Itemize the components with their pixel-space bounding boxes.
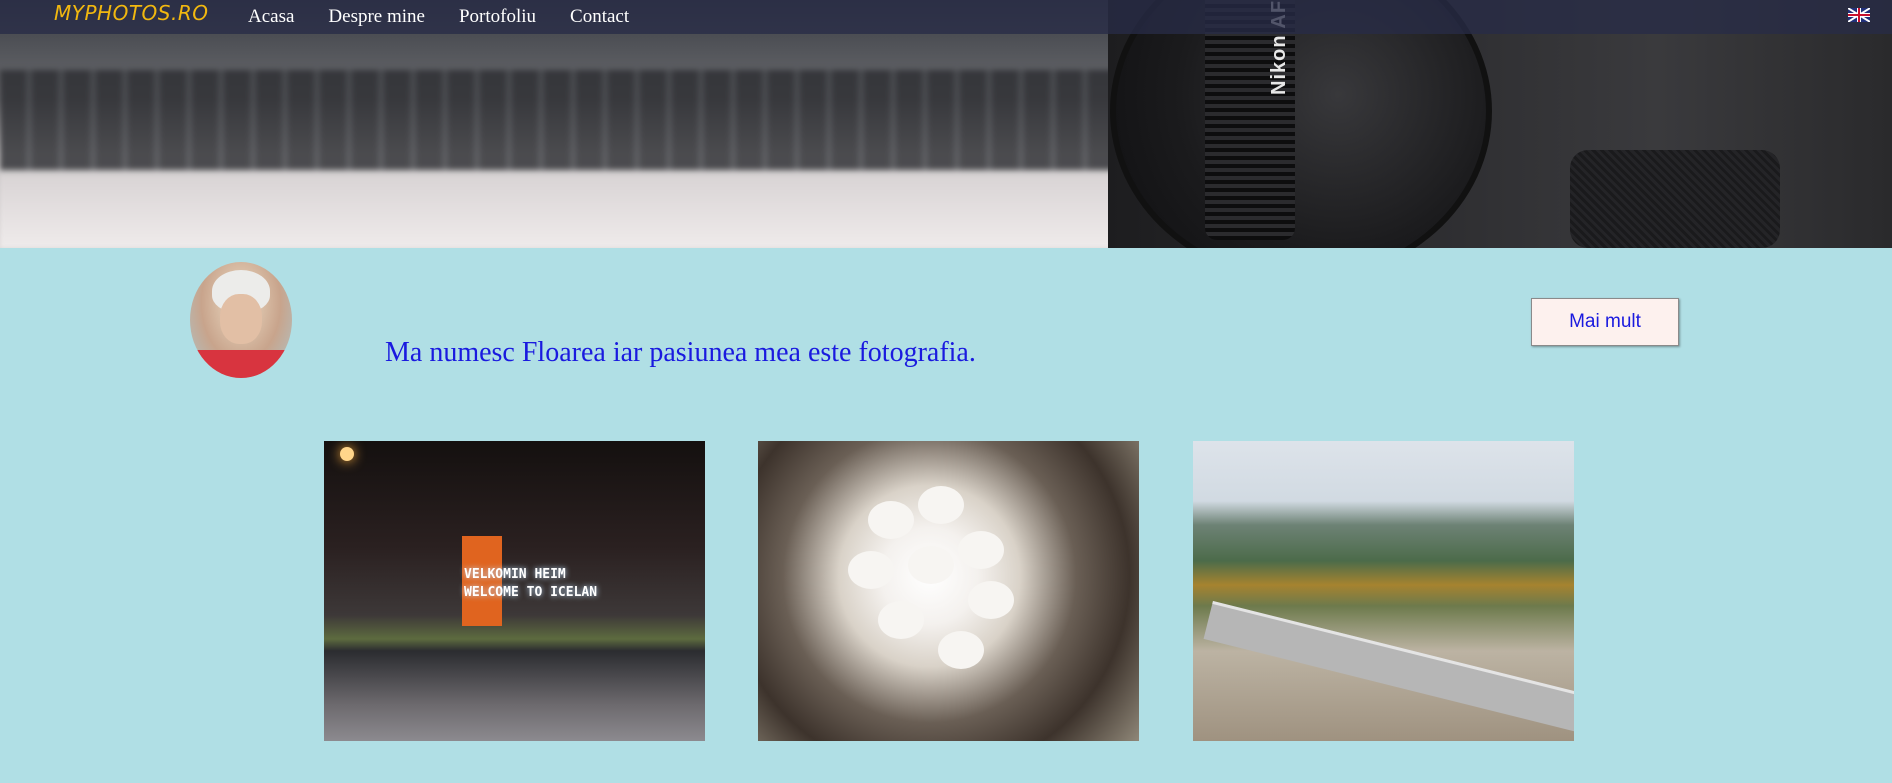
hero-banner: Nikon AF NIKKOR xyxy=(0,0,1892,248)
flower-petal xyxy=(908,546,954,584)
sign-line-1: VELKOMIN HEIM xyxy=(464,567,566,582)
intro-text: Ma numesc Floarea iar pasiunea mea este … xyxy=(385,337,976,368)
gallery-photo-iceland[interactable]: VELKOMIN HEIM WELCOME TO ICELAN xyxy=(324,441,705,741)
flower-petal xyxy=(878,601,924,639)
site-logo[interactable]: MYPHOTOS.RO xyxy=(54,1,208,25)
sign-line-2: WELCOME TO ICELAN xyxy=(464,585,598,600)
hero-lens xyxy=(1110,0,1492,248)
avatar xyxy=(190,262,292,378)
nav-item-portofoliu[interactable]: Portofoliu xyxy=(459,6,536,28)
flower-petal xyxy=(968,581,1014,619)
gallery-photo-landscape[interactable] xyxy=(1193,441,1574,741)
flower-petal xyxy=(868,501,914,539)
hero-camera-grip xyxy=(1570,150,1780,248)
flower-petal xyxy=(918,486,964,524)
nav-item-despre-mine[interactable]: Despre mine xyxy=(328,6,425,28)
flower-petal xyxy=(938,631,984,669)
nav-item-acasa[interactable]: Acasa xyxy=(248,6,294,28)
uk-flag-icon[interactable] xyxy=(1848,8,1870,22)
road xyxy=(1203,601,1574,741)
nav-item-contact[interactable]: Contact xyxy=(570,6,629,28)
main-nav: Acasa Despre mine Portofoliu Contact xyxy=(248,6,629,28)
flower-petal xyxy=(848,551,894,589)
top-navigation-bar: MYPHOTOS.RO Acasa Despre mine Portofoliu… xyxy=(0,0,1892,34)
photo-sign-text: VELKOMIN HEIM WELCOME TO ICELAN xyxy=(464,566,597,602)
flower-petal xyxy=(958,531,1004,569)
more-button[interactable]: Mai mult xyxy=(1531,298,1679,346)
hero-keyboard xyxy=(0,70,1120,170)
hero-laptop xyxy=(0,175,1120,248)
gallery-photo-flower[interactable] xyxy=(758,441,1139,741)
street-light xyxy=(340,447,354,461)
